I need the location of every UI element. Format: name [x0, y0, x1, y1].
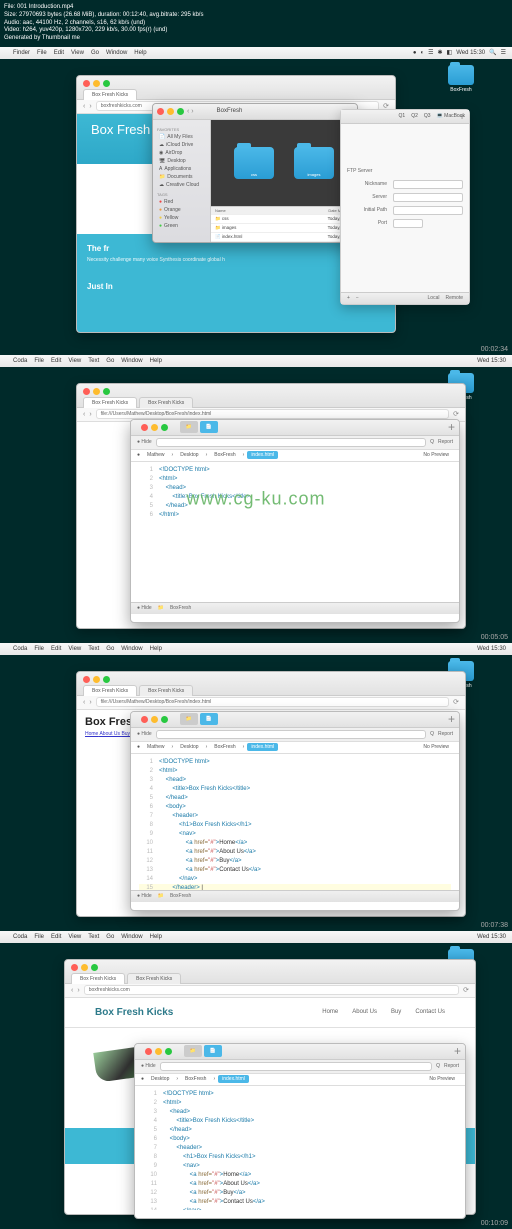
file-row[interactable]: 📁 imagesToday, 15:12: [211, 224, 357, 233]
path-field[interactable]: [393, 206, 463, 215]
code-area[interactable]: 1<!DOCTYPE html>2<html>3 <head>4 <title>…: [131, 754, 459, 890]
thumbnail-4: CodaFileEditViewTextGoWindowHelp Wed 15:…: [0, 931, 512, 1229]
sidebar-airdrop[interactable]: ◉ AirDrop: [157, 149, 206, 157]
search-field[interactable]: [156, 438, 426, 447]
thumbnail-2: Coda File Edit View Text Go Window Help …: [0, 355, 512, 643]
code-area[interactable]: 1<!DOCTYPE html>2<html>3 <head>4 <title>…: [131, 462, 459, 602]
sidebar-all-files[interactable]: 📄 All My Files: [157, 133, 206, 141]
panel-tabs[interactable]: Q1Q2Q3💻 MacBook: [341, 110, 469, 124]
finder-sidebar[interactable]: FAVORITES 📄 All My Files ☁ iCloud Drive …: [153, 120, 211, 242]
file-row[interactable]: 📁 cssToday, 15:12: [211, 215, 357, 224]
mac-menubar[interactable]: Finder File Edit View Go Window Help ●◐☰…: [0, 47, 512, 59]
coda-editor[interactable]: 📁📄 + ● HideQReport ●Desktop›BoxFresh›ind…: [134, 1043, 466, 1219]
forward-icon[interactable]: ›: [89, 103, 91, 110]
browser-chrome: Box Fresh Kicks: [77, 76, 395, 100]
sidebar-icloud[interactable]: ☁ iCloud Drive: [157, 141, 206, 149]
sidebar-desktop[interactable]: 🖥 Desktop: [157, 157, 206, 165]
nickname-field[interactable]: [393, 180, 463, 189]
sidebar-docs[interactable]: 📁 Documents: [157, 173, 206, 181]
mac-menubar[interactable]: CodaFileEditViewTextGoWindowHelp Wed 15:…: [0, 931, 512, 943]
coda-editor[interactable]: 📁📄 + ● HideQReport ● Mathew›Desktop›BoxF…: [130, 711, 460, 911]
editor-toolbar[interactable]: ● Hide Q Report: [131, 436, 459, 450]
remove-icon[interactable]: −: [356, 295, 359, 301]
add-icon[interactable]: +: [347, 295, 350, 301]
mac-menubar[interactable]: CodaFileEditViewTextGoWindowHelp Wed 15:…: [0, 643, 512, 655]
finder-window[interactable]: ‹ › BoxFresh FAVORITES 📄 All My Files ☁ …: [152, 103, 358, 243]
timestamp: 00:02:34: [481, 346, 508, 353]
finder-list-view[interactable]: NameDate Modified 📁 cssToday, 15:12 📁 im…: [211, 206, 357, 242]
add-site-button[interactable]: +: [459, 112, 465, 123]
menubar-status[interactable]: ●◐☰✱◧Wed 15:30🔍☰: [413, 49, 506, 56]
desktop-folder[interactable]: BoxFresh: [448, 65, 474, 93]
mac-menubar[interactable]: Coda File Edit View Text Go Window Help …: [0, 355, 512, 367]
port-field[interactable]: [393, 219, 423, 228]
finder-icon-view[interactable]: css images: [211, 120, 357, 206]
thumbnail-1: Finder File Edit View Go Window Help ●◐☰…: [0, 47, 512, 355]
coda-sites-panel[interactable]: + Q1Q2Q3💻 MacBook FTP Server Nickname Se…: [340, 109, 470, 305]
finder-titlebar[interactable]: ‹ › BoxFresh: [153, 104, 357, 120]
coda-editor[interactable]: 📁📄 + ● Hide Q Report ● Mathew› Desktop› …: [130, 419, 460, 623]
file-tab[interactable]: 📄: [200, 421, 218, 433]
folder-css[interactable]: css: [234, 147, 274, 179]
site-nav[interactable]: Home About Us Buy Contact Us: [322, 1009, 445, 1015]
editor-status: ● Hide 📁 BoxFresh: [131, 602, 459, 614]
site-tab[interactable]: 📁: [180, 421, 198, 433]
browser-tab[interactable]: Box Fresh Kicks: [83, 89, 137, 100]
site-logo: Box Fresh Kicks: [95, 1007, 173, 1018]
breadcrumb-icon: 📁: [158, 605, 164, 611]
thumbnail-3: CodaFileEditViewTextGoWindowHelp Wed 15:…: [0, 643, 512, 931]
folder-icon: [448, 65, 474, 85]
panel-footer: + − LocalRemote: [341, 292, 469, 304]
site-header: Box Fresh Kicks Home About Us Buy Contac…: [65, 998, 475, 1028]
new-tab-button[interactable]: +: [448, 420, 455, 434]
server-field[interactable]: [393, 193, 463, 202]
sidebar-apps[interactable]: A Applications: [157, 165, 206, 173]
folder-images[interactable]: images: [294, 147, 334, 179]
path-breadcrumb[interactable]: ● Mathew› Desktop› BoxFresh› index.html …: [131, 450, 459, 462]
code-area[interactable]: 1<!DOCTYPE html>2<html>3 <head>4 <title>…: [135, 1086, 465, 1210]
file-metadata: File: 001 Introduction.mp4 Size: 2797069…: [0, 0, 512, 47]
file-row[interactable]: 📄 index.htmlToday, 15:12: [211, 233, 357, 242]
back-icon[interactable]: ‹: [83, 103, 85, 110]
sidebar-cc[interactable]: ☁ Creative Cloud: [157, 181, 206, 189]
